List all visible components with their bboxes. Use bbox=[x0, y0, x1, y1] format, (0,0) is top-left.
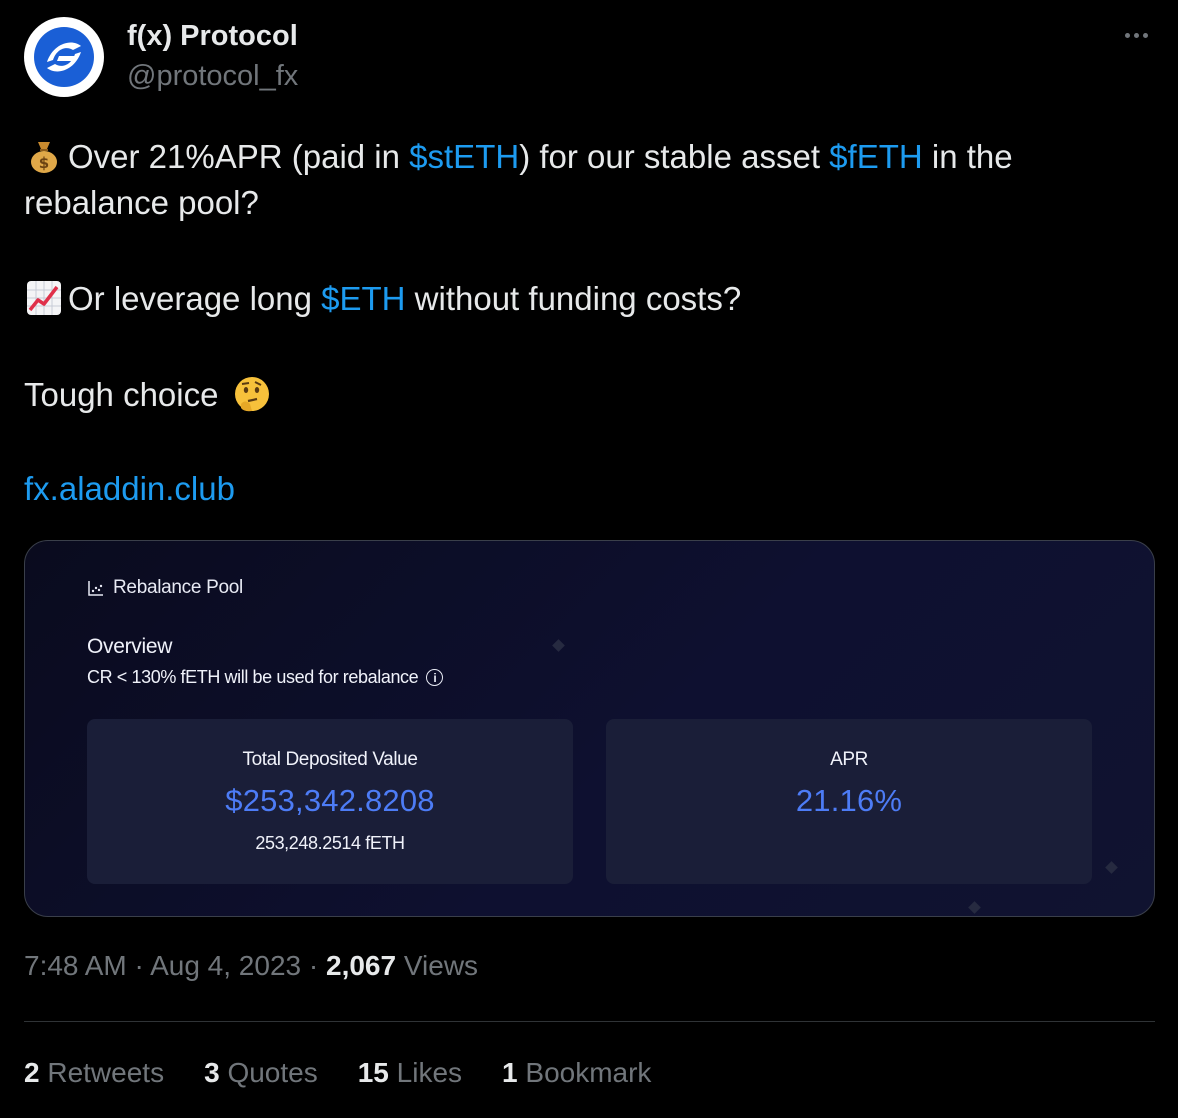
views-label: Views bbox=[403, 950, 479, 981]
money-bag-icon: $ bbox=[31, 142, 57, 173]
thinking-face-icon bbox=[234, 377, 269, 412]
tweet-meta: 7:48 AM · Aug 4, 2023 · 2,067 Views bbox=[24, 950, 479, 981]
tweet-line-3: Or leverage long $ETH without funding co… bbox=[24, 276, 1154, 322]
overview-subtitle: CR < 130% fETH will be used for rebalanc… bbox=[87, 667, 444, 688]
tweet-line-4: Tough choice bbox=[24, 372, 1154, 418]
info-icon[interactable]: i bbox=[426, 669, 444, 686]
tweet-text: $ Over 21%APR (paid in $stETH) for our s… bbox=[24, 134, 1154, 512]
tweet-line-2: rebalance pool? bbox=[24, 184, 259, 221]
overview-title: Overview bbox=[87, 635, 173, 658]
engagement-stats: 2 Retweets 3 Quotes 15 Likes 1 Bookmark bbox=[24, 1057, 691, 1089]
tweet-date[interactable]: Aug 4, 2023 bbox=[150, 950, 301, 981]
quotes-label: Quotes bbox=[227, 1057, 318, 1088]
retweets-stat[interactable]: 2 Retweets bbox=[24, 1057, 164, 1089]
tweet-line-1-post: in the bbox=[922, 138, 1013, 175]
card-title: Rebalance Pool bbox=[87, 577, 243, 599]
tweet-link[interactable]: fx.aladdin.club bbox=[24, 470, 235, 507]
tweet-line-1-pre: Over 21%APR (paid in bbox=[68, 138, 410, 175]
likes-label: Likes bbox=[396, 1057, 463, 1088]
cashtag-steth[interactable]: $stETH bbox=[409, 138, 519, 175]
fx-logo-icon bbox=[34, 27, 94, 87]
more-options-icon[interactable] bbox=[1116, 20, 1156, 50]
cashtag-feth[interactable]: $fETH bbox=[829, 138, 923, 175]
tweet-time[interactable]: 7:48 AM bbox=[24, 950, 127, 981]
bookmarks-count: 1 bbox=[502, 1057, 518, 1088]
apr-label: APR bbox=[830, 749, 868, 770]
bookmarks-stat[interactable]: 1 Bookmark bbox=[502, 1057, 651, 1089]
cashtag-eth[interactable]: $ETH bbox=[321, 280, 405, 317]
tweet-line-3-post: without funding costs? bbox=[405, 280, 742, 317]
likes-count: 15 bbox=[357, 1057, 389, 1088]
deposited-value-label: Total Deposited Value bbox=[242, 749, 418, 770]
overview-subtitle-text: CR < 130% fETH will be used for rebalanc… bbox=[87, 667, 419, 687]
scatter-chart-icon bbox=[88, 581, 103, 596]
likes-stat[interactable]: 15 Likes bbox=[358, 1057, 462, 1089]
tweet-line-3-pre: Or leverage long bbox=[68, 280, 322, 317]
views-count: 2,067 bbox=[326, 950, 397, 981]
bookmarks-label: Bookmark bbox=[525, 1057, 652, 1088]
tweet-line-1-mid: ) for our stable asset bbox=[519, 138, 830, 175]
tweet-line-1: $ Over 21%APR (paid in $stETH) for our s… bbox=[24, 134, 1154, 180]
quotes-count: 3 bbox=[204, 1057, 220, 1088]
deposited-value-amount: $253,342.8208 bbox=[225, 783, 435, 818]
apr-value: 21.16% bbox=[795, 783, 903, 818]
chart-increasing-icon bbox=[27, 281, 61, 315]
retweets-count: 2 bbox=[24, 1057, 40, 1088]
deposited-value-feth: 253,248.2514 fETH bbox=[255, 833, 405, 853]
tweet-line-4-text: Tough choice bbox=[24, 376, 219, 413]
link-card[interactable]: Rebalance Pool Overview CR < 130% fETH w… bbox=[24, 540, 1155, 917]
apr-box: APR 21.16% bbox=[606, 719, 1092, 884]
card-title-label: Rebalance Pool bbox=[113, 577, 243, 598]
deposited-value-box: Total Deposited Value $253,342.8208 253,… bbox=[87, 719, 573, 884]
avatar[interactable] bbox=[24, 17, 104, 97]
handle[interactable]: @protocol_fx bbox=[127, 60, 298, 93]
quotes-stat[interactable]: 3 Quotes bbox=[204, 1057, 318, 1089]
retweets-label: Retweets bbox=[47, 1057, 165, 1088]
divider bbox=[24, 1021, 1155, 1022]
display-name[interactable]: f(x) Protocol bbox=[127, 20, 298, 53]
svg-text:$: $ bbox=[39, 154, 49, 172]
